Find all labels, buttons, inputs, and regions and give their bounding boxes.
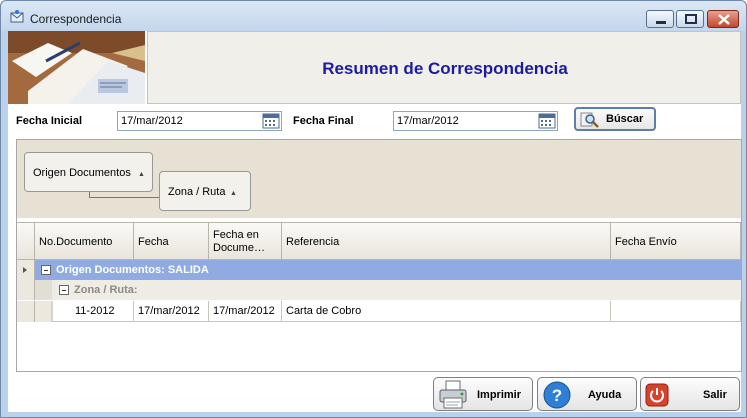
maximize-button[interactable] — [676, 10, 704, 28]
start-date-label: Fecha Inicial — [16, 115, 83, 127]
end-date-value: 17/mar/2012 — [397, 115, 459, 127]
end-date-field[interactable]: 17/mar/2012 — [393, 111, 558, 131]
help-icon: ? — [543, 381, 571, 409]
print-button[interactable]: Imprimir — [433, 377, 533, 411]
exit-button[interactable]: Salir — [640, 377, 740, 411]
maximize-icon — [685, 14, 697, 24]
collapse-group-icon[interactable] — [59, 285, 69, 295]
group-chip-origen[interactable]: Origen Documentos ▲ — [24, 152, 153, 192]
group-chip-label: Origen Documentos — [33, 167, 131, 179]
group-row-label: Zona / Ruta: — [74, 284, 138, 296]
group-indent — [35, 301, 52, 322]
group-chip-zona[interactable]: Zona / Ruta ▲ — [159, 171, 251, 211]
cell-no-documento[interactable]: 11-2012 — [52, 301, 134, 322]
row-selector-header — [17, 222, 35, 260]
app-window: Correspondencia Resumen de Correspondenc… — [0, 0, 747, 418]
column-header-fecha[interactable]: Fecha — [134, 222, 209, 260]
sort-up-icon: ▲ — [230, 190, 237, 197]
group-by-panel: Origen Documentos ▲ Zona / Ruta ▲ — [17, 140, 741, 218]
column-header-fecha-documento[interactable]: Fecha en Docume… — [209, 222, 282, 260]
exit-button-label: Salir — [703, 389, 727, 401]
row-indicator — [17, 280, 35, 300]
sort-up-icon: ▲ — [138, 171, 145, 178]
client-area: Resumen de Correspondencia Fecha Inicial… — [8, 31, 742, 412]
magnifier-icon — [580, 112, 599, 128]
calendar-icon[interactable] — [262, 113, 280, 129]
svg-text:?: ? — [552, 386, 562, 405]
page-title: Resumen de Correspondencia — [322, 59, 568, 78]
app-icon — [10, 10, 24, 23]
printer-icon — [439, 380, 467, 409]
group-row-origen[interactable]: Origen Documentos: SALIDA — [17, 260, 741, 280]
search-button-label: Búscar — [606, 113, 644, 125]
print-button-label: Imprimir — [477, 389, 522, 401]
column-header-no-documento[interactable]: No.Documento — [35, 222, 134, 260]
row-indicator — [17, 301, 35, 322]
cell-fecha-envio[interactable] — [611, 301, 741, 322]
group-indent — [35, 280, 52, 300]
help-button[interactable]: ? Ayuda — [537, 377, 637, 411]
current-row-arrow-icon — [23, 267, 27, 273]
group-row-label: Origen Documentos: SALIDA — [56, 264, 209, 276]
collapse-group-icon[interactable] — [41, 265, 51, 275]
header-band: Resumen de Correspondencia — [147, 31, 741, 104]
row-indicator — [17, 260, 35, 280]
header-photo — [8, 31, 145, 104]
minimize-button[interactable] — [646, 10, 674, 28]
end-date-label: Fecha Final — [293, 115, 354, 127]
start-date-value: 17/mar/2012 — [121, 115, 183, 127]
column-header-row: No.Documento Fecha Fecha en Docume… Refe… — [17, 222, 741, 260]
calendar-icon[interactable] — [538, 113, 556, 129]
cell-referencia[interactable]: Carta de Cobro — [282, 301, 611, 322]
close-icon — [718, 14, 730, 25]
group-row-zona[interactable]: Zona / Ruta: — [17, 280, 741, 300]
cell-fecha[interactable]: 17/mar/2012 — [134, 301, 209, 322]
start-date-field[interactable]: 17/mar/2012 — [117, 111, 282, 131]
results-grid: Origen Documentos ▲ Zona / Ruta ▲ No.Doc… — [16, 139, 742, 372]
minimize-icon — [656, 21, 666, 24]
close-button[interactable] — [707, 10, 739, 28]
cell-fecha-documento[interactable]: 17/mar/2012 — [209, 301, 282, 322]
group-chip-label: Zona / Ruta — [168, 186, 226, 198]
power-icon — [645, 383, 669, 407]
column-header-referencia[interactable]: Referencia — [282, 222, 611, 260]
table-row[interactable]: 11-2012 17/mar/2012 17/mar/2012 Carta de… — [17, 301, 741, 322]
title-bar[interactable]: Correspondencia — [1, 1, 746, 31]
window-title: Correspondencia — [30, 12, 122, 26]
column-header-fecha-envio[interactable]: Fecha Envío — [611, 222, 741, 260]
search-button[interactable]: Búscar — [574, 107, 656, 131]
help-button-label: Ayuda — [588, 389, 622, 401]
